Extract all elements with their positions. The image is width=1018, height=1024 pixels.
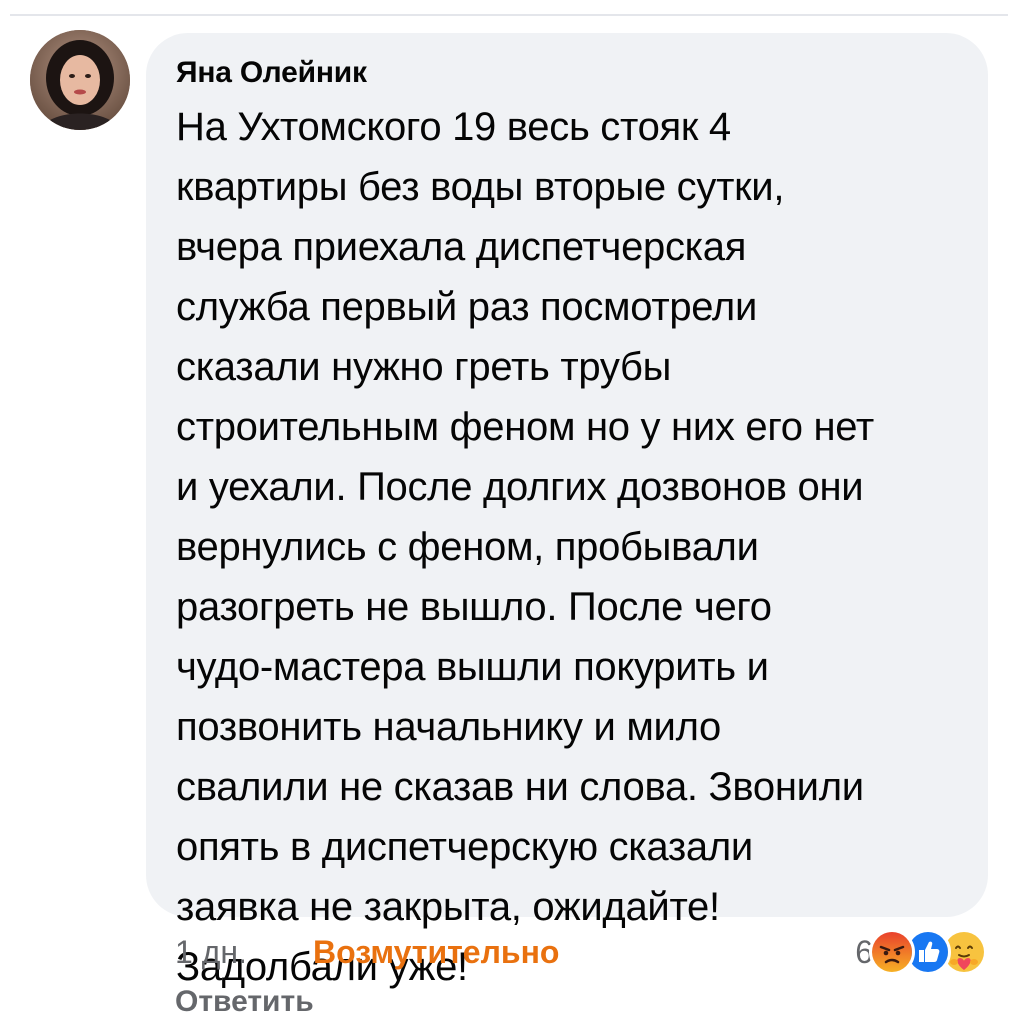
comment-text-line: чудо-мастера вышли покурить и [176, 645, 769, 689]
avatar-photo [30, 30, 130, 130]
comment-text-line: квартиры без воды вторые сутки, [176, 165, 785, 209]
comment-text-line: строительным феном но у них его нет [176, 405, 874, 449]
comment-text-line: разогреть не вышло. После чего [176, 585, 772, 629]
angry-icon [869, 929, 915, 975]
comment-text-line: вчера приехала диспетчерская [176, 225, 747, 269]
reply-button[interactable]: Ответить [175, 984, 314, 1020]
comment-text-line: На Ухтомского 19 весь стояк 4 [176, 105, 731, 149]
reaction-summary[interactable]: 6 [855, 928, 987, 976]
comment-text-line: и уехали. После долгих дозвонов они [176, 465, 864, 509]
comment-text-line: свалили не сказав ни слова. Звонили [176, 765, 864, 809]
top-divider [10, 14, 1008, 16]
comment-text-line: вернулись с феном, пробывали [176, 525, 759, 569]
react-button[interactable]: Возмутительно [313, 932, 559, 972]
comment-author-name[interactable]: Яна Олейник [176, 55, 964, 91]
comment-text: На Ухтомского 19 весь стояк 4 квартиры б… [176, 97, 966, 997]
avatar[interactable] [30, 30, 130, 130]
comment-text-line: сказали нужно греть трубы [176, 345, 672, 389]
comment-text-line: опять в диспетчерскую сказали [176, 825, 753, 869]
comment-timestamp[interactable]: 1 дн. [175, 932, 247, 972]
comment-meta-row: 1 дн. Возмутительно 6 [175, 928, 995, 976]
comment-text-line: служба первый раз посмотрели [176, 285, 757, 329]
comment-bubble: Яна Олейник На Ухтомского 19 весь стояк … [146, 33, 988, 989]
comment-text-line: позвонить начальнику и мило [176, 705, 722, 749]
